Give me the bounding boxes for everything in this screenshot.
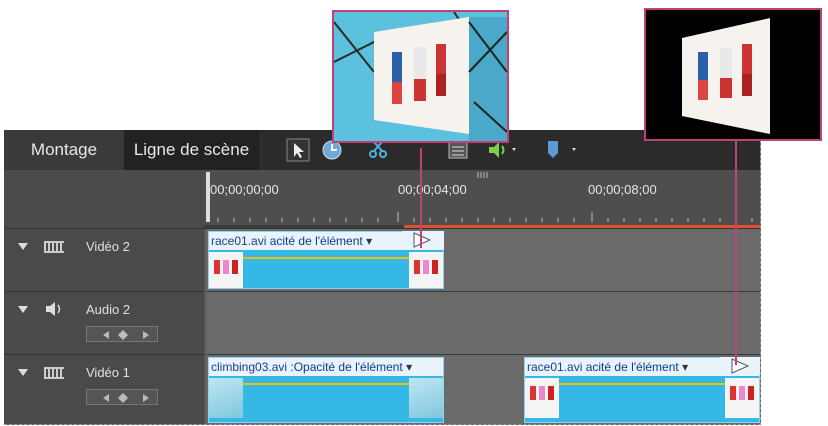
timecode-4s: 00;00;04;00 (398, 182, 467, 197)
clip-property[interactable]: acité de l'élément (270, 234, 363, 248)
track-label: Vidéo 1 (86, 365, 130, 380)
keyframe-controls[interactable] (86, 326, 158, 342)
film-strip-icon (44, 367, 64, 379)
clip-thumbnail (409, 378, 443, 418)
clip-climbing03-v1[interactable]: climbing03.avi :Opacité de l'élément ▾ (208, 357, 444, 423)
film-strip-icon (44, 241, 64, 253)
collapse-triangle-icon[interactable] (18, 369, 28, 376)
timecode-start: 00;00;00;00 (210, 182, 279, 197)
opacity-line[interactable] (209, 257, 443, 259)
track-label: Audio 2 (86, 302, 131, 317)
track-header-video-2: Vidéo 2 (4, 229, 204, 292)
clip-thumbnail (525, 378, 559, 418)
clip-property[interactable]: acité de l'élément (586, 360, 679, 374)
preview-image-result (644, 8, 822, 141)
clip-name: race01.avi (527, 360, 583, 374)
track-label: Vidéo 2 (86, 239, 130, 254)
collapse-triangle-icon[interactable] (18, 243, 28, 250)
track-header-audio-2: Audio 2 (4, 292, 204, 355)
tab-montage[interactable]: Montage (4, 130, 124, 170)
callout-line-right (735, 140, 737, 365)
ruler-header (4, 170, 204, 229)
transition-icon[interactable] (720, 357, 760, 375)
preview-image-transition (332, 10, 509, 143)
selection-tool-icon[interactable] (286, 138, 310, 162)
clip-name: race01.avi (211, 234, 267, 248)
clip-thumbnail (209, 252, 243, 288)
track-video-2[interactable]: race01.avi acité de l'élément ▾ (206, 229, 760, 292)
opacity-line[interactable] (209, 383, 443, 385)
track-header-video-1: Vidéo 1 (4, 355, 204, 424)
keyframe-controls[interactable] (86, 389, 158, 405)
callout-line-left (420, 148, 422, 248)
collapse-triangle-icon[interactable] (18, 306, 28, 313)
transition-icon[interactable] (402, 231, 444, 249)
timeline-panel: Montage Ligne de scène 00;00;00;00 00;00… (4, 130, 761, 425)
opacity-line[interactable] (525, 383, 759, 385)
speaker-icon (44, 300, 66, 323)
clip-header[interactable]: climbing03.avi :Opacité de l'élément ▾ (209, 358, 443, 376)
time-ruler[interactable]: 00;00;00;00 00;00;04;00 00;00;08;00 (204, 170, 760, 229)
timecode-8s: 00;00;08;00 (588, 182, 657, 197)
track-audio-2[interactable] (206, 292, 760, 355)
clip-property[interactable]: :Opacité de l'élément (290, 360, 402, 374)
clip-thumbnail (209, 378, 243, 418)
clip-thumbnail (725, 378, 759, 418)
clip-thumbnail (409, 252, 443, 288)
track-video-1[interactable]: climbing03.avi :Opacité de l'élément ▾ r… (206, 355, 760, 424)
add-marker-icon[interactable] (542, 138, 576, 162)
tab-timeline[interactable]: Ligne de scène (124, 130, 259, 170)
clip-name: climbing03.avi (211, 360, 288, 374)
